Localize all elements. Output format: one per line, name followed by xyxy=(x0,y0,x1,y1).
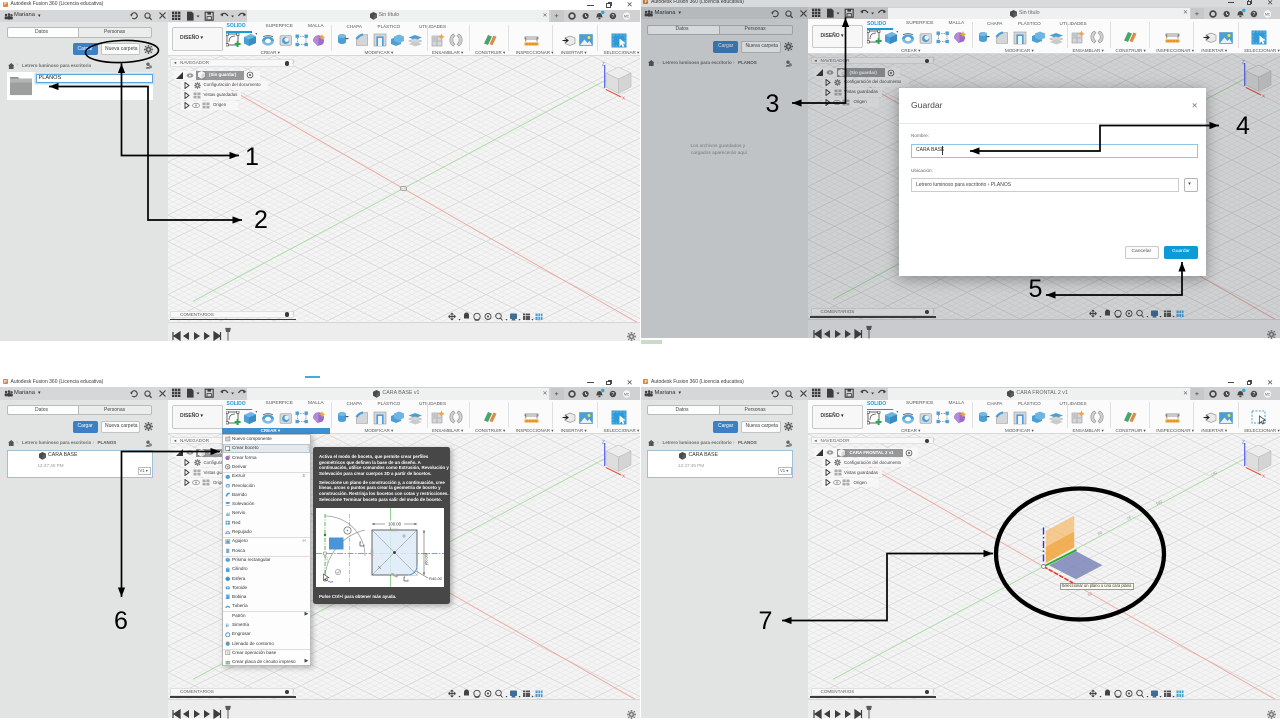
svg-text:5: 5 xyxy=(1029,275,1043,303)
svg-text:7: 7 xyxy=(759,607,773,635)
svg-text:6: 6 xyxy=(114,607,128,635)
svg-text:1: 1 xyxy=(245,143,259,171)
svg-text:4: 4 xyxy=(1236,112,1250,140)
svg-text:3: 3 xyxy=(766,90,780,118)
svg-text:2: 2 xyxy=(254,206,268,234)
